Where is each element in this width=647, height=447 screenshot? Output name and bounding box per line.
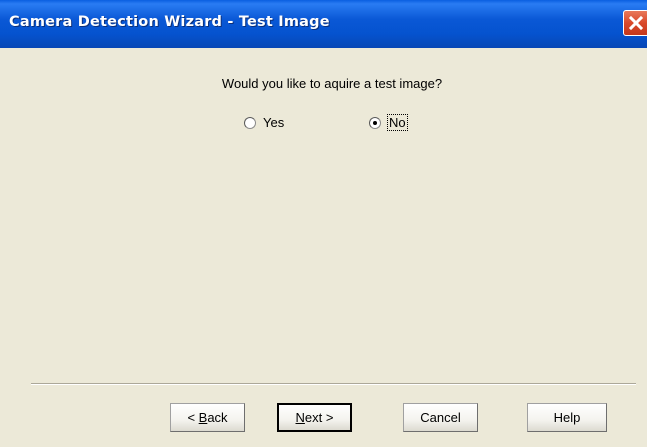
- radio-yes[interactable]: Yes: [244, 115, 284, 130]
- title-bar[interactable]: Camera Detection Wizard - Test Image: [0, 0, 647, 48]
- cancel-button[interactable]: Cancel: [403, 403, 478, 432]
- question-text: Would you like to aquire a test image?: [221, 76, 443, 91]
- next-label-rest: ext: [304, 410, 323, 425]
- radio-yes-indicator[interactable]: [244, 116, 256, 129]
- next-arrow: >: [325, 410, 334, 425]
- radio-no-indicator[interactable]: [369, 116, 381, 129]
- radio-no[interactable]: No: [369, 114, 408, 131]
- button-separator: [31, 383, 636, 385]
- window-title: Camera Detection Wizard - Test Image: [9, 14, 330, 30]
- next-accel: N: [295, 410, 305, 425]
- radio-yes-label: Yes: [263, 115, 285, 130]
- back-label-rest: ack: [207, 410, 228, 425]
- close-button[interactable]: [623, 10, 647, 36]
- back-accel: B: [198, 410, 208, 425]
- next-button[interactable]: Next >: [277, 403, 352, 432]
- close-icon: [628, 15, 644, 31]
- back-button[interactable]: < Back: [170, 403, 245, 432]
- radio-no-label: No: [387, 114, 408, 131]
- help-button[interactable]: Help: [527, 403, 607, 432]
- wizard-window: Camera Detection Wizard - Test Image Wou…: [0, 0, 647, 447]
- back-arrow: <: [187, 410, 196, 425]
